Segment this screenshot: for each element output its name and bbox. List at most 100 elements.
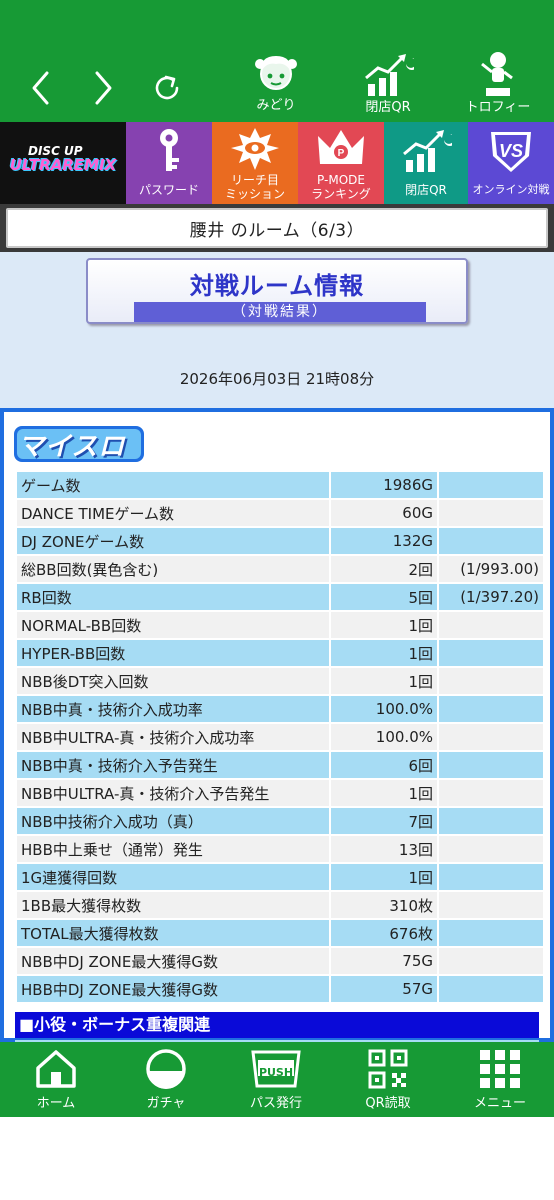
- stat-value: 100.0%: [331, 696, 437, 722]
- stat-ratio: [439, 724, 543, 750]
- stat-label: NBB中真・技術介入予告発生: [17, 752, 329, 778]
- stat-ratio: [439, 920, 543, 946]
- stat-ratio: (1/993.00): [439, 556, 543, 582]
- forward-button[interactable]: [78, 58, 128, 118]
- stat-ratio: [439, 948, 543, 974]
- stat-ratio: [439, 836, 543, 862]
- table-row: HYPER-BB回数 1回: [17, 640, 543, 666]
- table-row: NBB中真・技術介入成功率 100.0%: [17, 696, 543, 722]
- stat-label: TOTAL最大獲得枚数: [17, 920, 329, 946]
- table-row: NORMAL-BB回数 1回: [17, 612, 543, 638]
- bottom-nav-home[interactable]: ホーム: [6, 1048, 106, 1116]
- table-row: ゲーム数 1986G: [17, 472, 543, 498]
- closing-qr-tile[interactable]: 閉店QR: [384, 122, 468, 204]
- nav-closing-qr-label: 閉店QR: [365, 100, 411, 115]
- feature-menu: DISC UP ULTRAREMIX パスワード リーチ目 ミッション P P-…: [0, 122, 554, 204]
- stat-value: 1回: [331, 640, 437, 666]
- stat-value: 310枚: [331, 892, 437, 918]
- home-label: ホーム: [36, 1096, 76, 1111]
- stat-ratio: [439, 640, 543, 666]
- pass-label: パス発行: [249, 1096, 302, 1111]
- bottom-nav-qr-read[interactable]: QR読取: [338, 1048, 438, 1116]
- nav-closing-qr[interactable]: 閉店QR: [340, 50, 436, 120]
- menu-label: メニュー: [473, 1096, 526, 1111]
- mission-label-line1: リーチ目: [230, 173, 279, 187]
- stat-label: NBB中真・技術介入成功率: [17, 696, 329, 722]
- top-nav-bar: みどり 閉店QR トロフィー: [0, 0, 554, 122]
- stat-label: HBB中上乗せ（通常）発生: [17, 836, 329, 862]
- stat-label: 総BB回数(異色含む): [17, 556, 329, 582]
- stat-ratio: [439, 472, 543, 498]
- stat-value: 1回: [331, 668, 437, 694]
- stat-value: 676枚: [331, 920, 437, 946]
- table-row: 1BB最大獲得枚数 310枚: [17, 892, 543, 918]
- stat-value: 60G: [331, 500, 437, 526]
- stat-label: NBB後DT突入回数: [17, 668, 329, 694]
- stat-label: 1G連獲得回数: [17, 864, 329, 890]
- stat-value: 13回: [331, 836, 437, 862]
- stat-ratio: [439, 976, 543, 1002]
- stats-panel: マイスロ ゲーム数 1986G DANCE TIMEゲーム数 60G DJ ZONEゲー…: [0, 408, 554, 1046]
- stat-label: DANCE TIMEゲーム数: [17, 500, 329, 526]
- stat-value: 1986G: [331, 472, 437, 498]
- closing-qr-icon: [365, 54, 414, 96]
- qr-read-label: QR読取: [365, 1096, 411, 1111]
- mission-label-line2: ミッション: [224, 187, 285, 201]
- stat-label: HYPER-BB回数: [17, 640, 329, 666]
- stat-value: 1回: [331, 612, 437, 638]
- table-row: RB回数 5回 (1/397.20): [17, 584, 543, 610]
- vs-shield-icon: VS: [491, 132, 531, 172]
- home-icon: [36, 1050, 76, 1088]
- back-button[interactable]: [16, 58, 66, 118]
- banner-title: 対戦ルーム情報: [189, 272, 365, 300]
- table-row: NBB中ULTRA-真・技術介入成功率 100.0%: [17, 724, 543, 750]
- stat-value: 5回: [331, 584, 437, 610]
- online-battle-tile[interactable]: VS オンライン対戦: [468, 122, 554, 204]
- nav-midori[interactable]: みどり: [228, 50, 324, 120]
- room-info-banner: 対戦ルーム情報 （対戦結果）: [86, 258, 468, 324]
- key-icon: [160, 129, 179, 171]
- password-tile[interactable]: パスワード: [126, 122, 212, 204]
- table-row: NBB中真・技術介入予告発生 6回: [17, 752, 543, 778]
- stats-table-body: ゲーム数 1986G DANCE TIMEゲーム数 60G DJ ZONEゲーム数 132…: [17, 472, 543, 1002]
- reload-button[interactable]: [142, 58, 192, 118]
- chevron-left-icon: [32, 71, 49, 105]
- table-row: 1G連獲得回数 1回: [17, 864, 543, 890]
- password-label: パスワード: [138, 183, 199, 197]
- trophy-figure-icon: [481, 52, 513, 96]
- pmode-label: P-MODE ランキング: [298, 173, 384, 201]
- logo-ultraremix: ULTRAREMIX: [9, 156, 117, 174]
- reach-mission-tile[interactable]: リーチ目 ミッション: [212, 122, 298, 204]
- stat-label: NBB中技術介入成功（真）: [17, 808, 329, 834]
- bottom-nav-gacha[interactable]: ガチャ: [116, 1048, 216, 1116]
- discup-logo-tile[interactable]: DISC UP ULTRAREMIX: [0, 122, 126, 204]
- mission-eye-icon: [231, 128, 279, 170]
- pmode-label-line1: P-MODE: [317, 173, 365, 187]
- result-datetime: 2026年06月03日 21時08分: [179, 370, 375, 388]
- pmode-label-line2: ランキング: [311, 187, 371, 201]
- mission-label: リーチ目 ミッション: [212, 173, 298, 201]
- grid-menu-icon: [480, 1050, 520, 1088]
- stat-value: 6回: [331, 752, 437, 778]
- room-info-area: 対戦ルーム情報 （対戦結果） 2026年06月03日 21時08分: [0, 252, 554, 408]
- nav-midori-label: みどり: [256, 98, 296, 113]
- pmode-ranking-tile[interactable]: P P-MODE ランキング: [298, 122, 384, 204]
- chevron-right-icon: [95, 71, 112, 105]
- nav-trophy[interactable]: トロフィー: [450, 50, 546, 120]
- stat-label: HBB中DJ ZONE最大獲得G数: [17, 976, 329, 1002]
- table-row: NBB中技術介入成功（真） 7回: [17, 808, 543, 834]
- stat-ratio: [439, 696, 543, 722]
- nav-trophy-label: トロフィー: [465, 100, 531, 115]
- stat-label: 1BB最大獲得枚数: [17, 892, 329, 918]
- bottom-nav-pass[interactable]: PUSH パス発行: [226, 1048, 326, 1116]
- bottom-nav-menu[interactable]: メニュー: [450, 1048, 550, 1116]
- table-row: DANCE TIMEゲーム数 60G: [17, 500, 543, 526]
- stat-value: 2回: [331, 556, 437, 582]
- table-row: TOTAL最大獲得枚数 676枚: [17, 920, 543, 946]
- table-row: DJ ZONEゲーム数 132G: [17, 528, 543, 554]
- stat-label: NBB中ULTRA-真・技術介入予告発生: [17, 780, 329, 806]
- room-header: 腰井 のルーム（6/3）: [0, 204, 554, 252]
- stat-ratio: [439, 500, 543, 526]
- table-row: NBB中ULTRA-真・技術介入予告発生 1回: [17, 780, 543, 806]
- stat-value: 100.0%: [331, 724, 437, 750]
